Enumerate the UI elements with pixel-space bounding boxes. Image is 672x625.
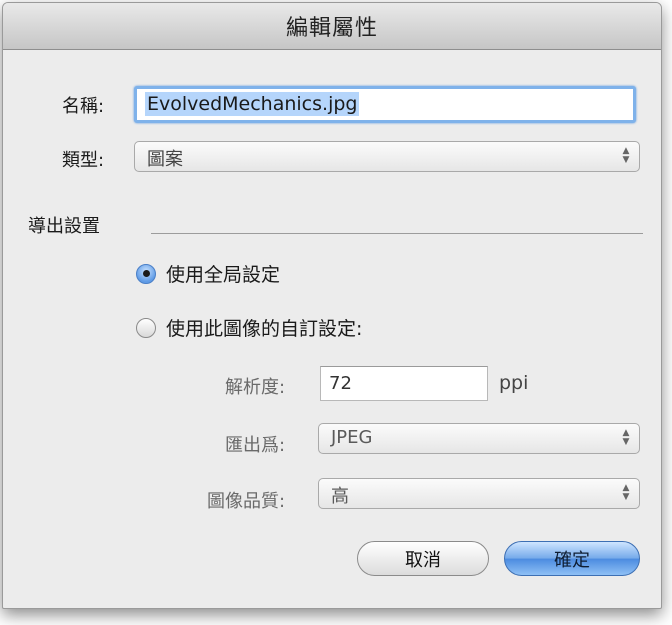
radio-unselected-icon[interactable]: [136, 317, 156, 338]
cancel-button[interactable]: 取消: [357, 541, 489, 576]
title-bar[interactable]: 編輯屬性: [3, 3, 661, 50]
type-popup-value: 圖案: [147, 149, 183, 170]
export-format-label: 匯出爲:: [225, 435, 286, 456]
resolution-field[interactable]: 72: [320, 366, 488, 401]
image-quality-label: 圖像品質:: [207, 491, 286, 512]
resolution-label: 解析度:: [225, 377, 286, 398]
type-label: 類型:: [62, 150, 105, 171]
ok-button-label: 確定: [554, 549, 590, 571]
ok-button[interactable]: 確定: [504, 541, 640, 576]
edit-properties-dialog: 編輯屬性 名稱: EvolvedMechanics.jpg 類型: 圖案 ▲ ▼ …: [2, 2, 662, 609]
radio-custom-label: 使用此圖像的自訂設定:: [166, 318, 363, 340]
radio-custom-settings[interactable]: 使用此圖像的自訂設定:: [136, 314, 362, 341]
export-format-value: JPEG: [331, 427, 373, 448]
image-quality-popup[interactable]: 高 ▲ ▼: [318, 478, 640, 509]
export-settings-label: 導出設置: [28, 216, 100, 237]
resolution-unit: ppi: [499, 372, 529, 394]
name-label: 名稱:: [62, 96, 105, 117]
radio-global-settings[interactable]: 使用全局設定: [136, 260, 280, 287]
name-field-value: EvolvedMechanics.jpg: [145, 92, 360, 116]
popup-arrows-icon: ▲ ▼: [622, 483, 630, 502]
cancel-button-label: 取消: [405, 549, 441, 571]
section-divider: [151, 233, 643, 234]
dialog-title: 編輯屬性: [285, 16, 378, 41]
resolution-value: 72: [329, 373, 352, 394]
radio-global-label: 使用全局設定: [166, 264, 281, 286]
export-format-popup[interactable]: JPEG ▲ ▼: [318, 423, 640, 454]
radio-selected-icon[interactable]: [136, 263, 156, 284]
image-quality-value: 高: [331, 486, 349, 507]
popup-arrows-icon: ▲ ▼: [622, 428, 630, 447]
name-field[interactable]: EvolvedMechanics.jpg: [134, 86, 636, 123]
type-popup[interactable]: 圖案 ▲ ▼: [134, 141, 640, 172]
popup-arrows-icon: ▲ ▼: [622, 146, 630, 165]
